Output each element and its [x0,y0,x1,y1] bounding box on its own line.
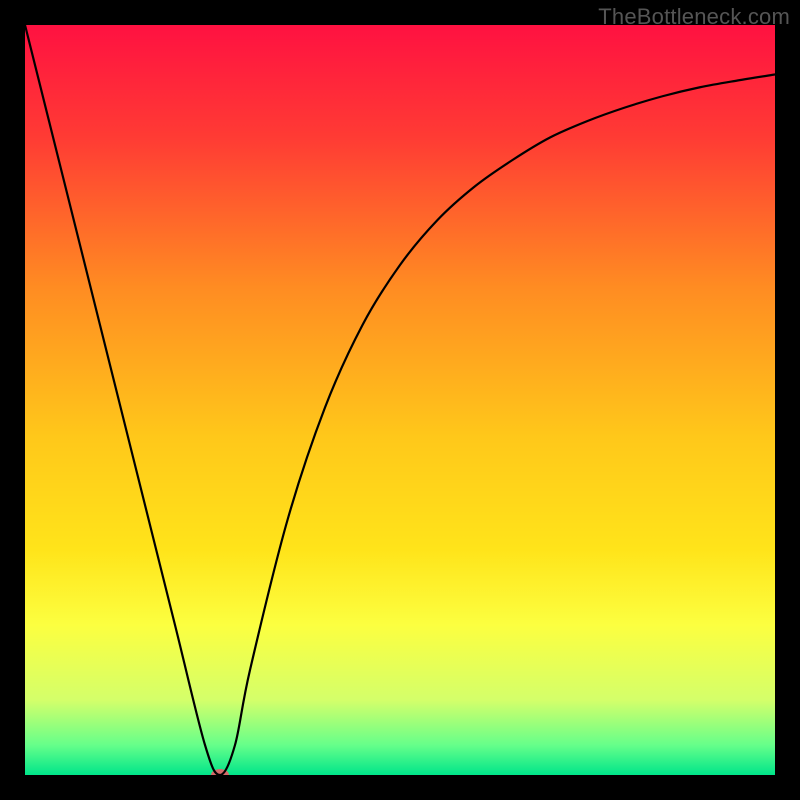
gradient-background [25,25,775,775]
bottleneck-chart [25,25,775,775]
chart-frame [25,25,775,775]
